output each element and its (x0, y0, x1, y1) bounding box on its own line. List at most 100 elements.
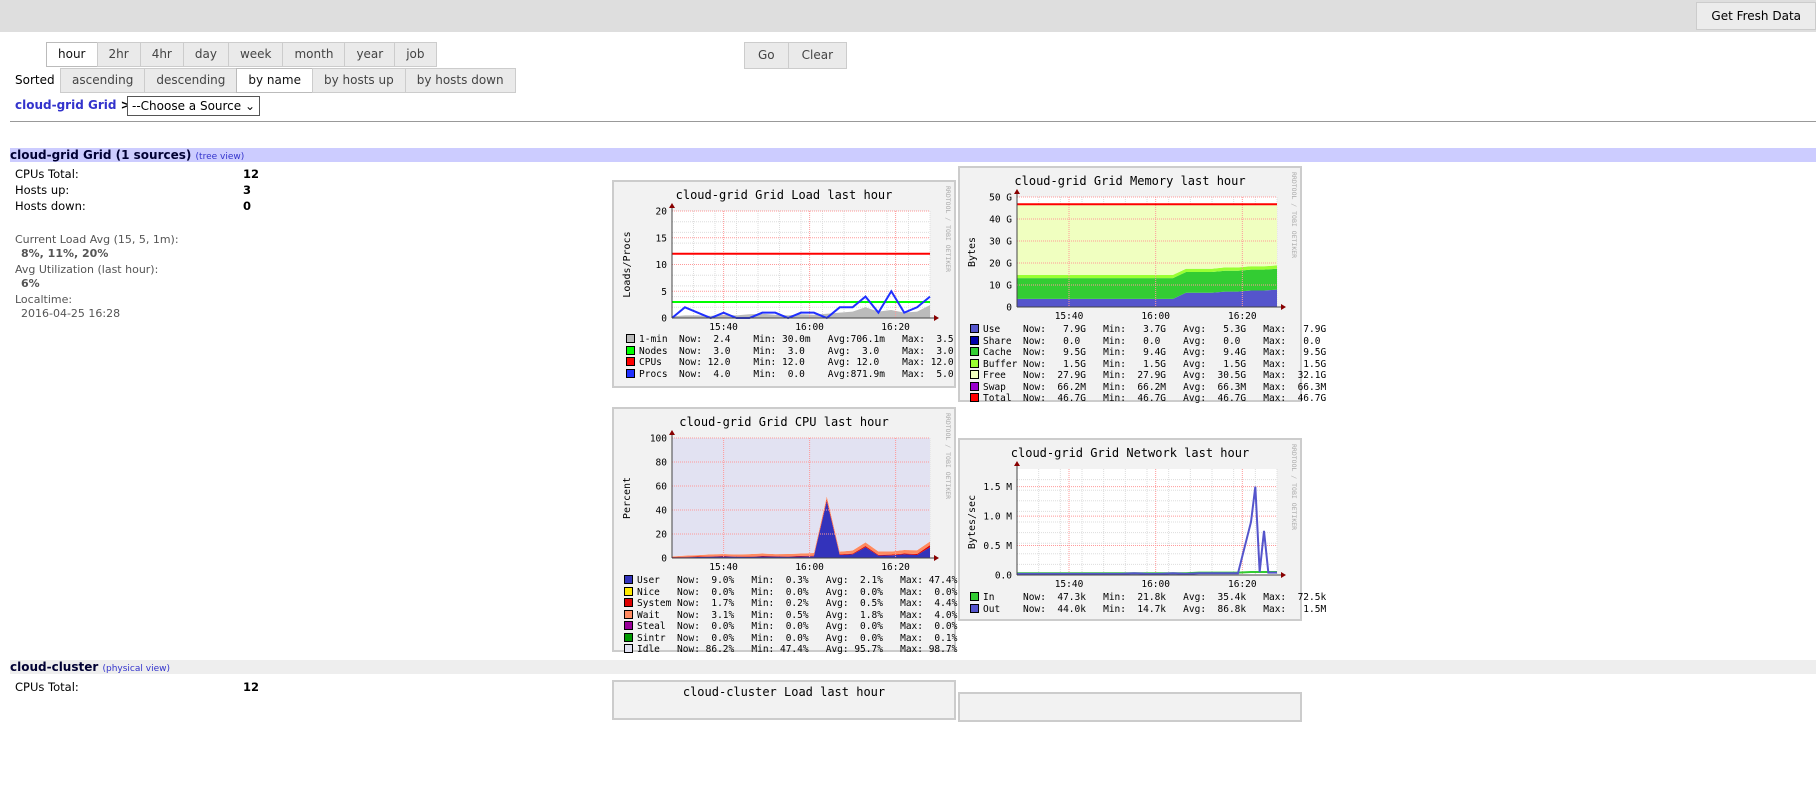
sort-ascending[interactable]: ascending (60, 68, 146, 93)
y-tick-label: 0.0 (995, 571, 1012, 582)
y-axis-arrow (669, 430, 675, 435)
action-buttons: Go Clear (744, 42, 848, 69)
y-axis-arrow (1014, 461, 1020, 466)
y-axis-arrow (669, 203, 675, 208)
tree-view-link[interactable]: (tree view) (196, 152, 245, 162)
chart-legend: 1-min Now: 2.4 Min: 30.0m Avg:706.1m Max… (626, 334, 954, 380)
x-tick-label: 15:40 (709, 562, 738, 573)
sort-descending[interactable]: descending (144, 68, 238, 93)
y-axis-label: Loads/Procs (622, 231, 633, 297)
hosts-up-label: Hosts up: (15, 183, 70, 197)
legend-text: Cache Now: 9.5G Min: 9.4G Avg: 9.4G Max:… (983, 347, 1327, 358)
legend-row: Idle Now: 86.2% Min: 47.4% Avg: 95.7% Ma… (624, 644, 957, 656)
legend-row: Sintr Now: 0.0% Min: 0.0% Avg: 0.0% Max:… (624, 632, 957, 645)
rrdtool-watermark: RRDTOOL / TOBI OETIKER (944, 186, 952, 272)
x-tick-label: 16:20 (1228, 311, 1257, 322)
legend-text: Wait Now: 3.1% Min: 0.5% Avg: 1.8% Max: … (637, 609, 958, 621)
go-button[interactable]: Go (744, 42, 789, 69)
tab-job[interactable]: job (394, 42, 437, 67)
x-tick-label: 15:40 (709, 322, 738, 333)
legend-text: Swap Now: 66.2M Min: 66.2M Avg: 66.3M Ma… (983, 381, 1327, 393)
source-select[interactable]: --Choose a Source ⌄ (127, 96, 261, 116)
cluster-section-title[interactable]: cloud-cluster (10, 660, 98, 674)
chart-legend: User Now: 9.0% Min: 0.3% Avg: 2.1% Max: … (624, 575, 957, 656)
chart-title: cloud-grid Grid Memory last hour (1014, 174, 1245, 188)
legend-text: Steal Now: 0.0% Min: 0.0% Avg: 0.0% Max:… (637, 621, 958, 632)
x-tick-label: 16:00 (795, 322, 824, 333)
sort-tabs: ascending descending by name by hosts up… (60, 68, 516, 93)
x-tick-label: 16:20 (1228, 579, 1257, 590)
tab-week[interactable]: week (227, 42, 284, 67)
legend-text: Nodes Now: 3.0 Min: 3.0 Avg: 3.0 Max: 3.… (639, 345, 954, 357)
legend-swatch (626, 334, 635, 343)
legend-swatch (970, 370, 979, 379)
load-chart[interactable]: cloud-grid Grid Load last hour RRDTOOL / … (612, 180, 956, 388)
cpu-chart[interactable]: cloud-grid Grid CPU last hour RRDTOOL / T… (612, 407, 957, 655)
source-select-value: --Choose a Source (132, 99, 242, 113)
breadcrumb: cloud-grid Grid > (15, 98, 131, 112)
rrdtool-watermark: RRDTOOL / TOBI OETIKER (944, 413, 952, 499)
sort-by-hosts-up[interactable]: by hosts up (311, 68, 406, 93)
utilization-value: 6% (21, 277, 40, 290)
tab-year[interactable]: year (344, 42, 396, 67)
tab-day[interactable]: day (182, 42, 229, 67)
physical-view-link[interactable]: (physical view) (102, 664, 170, 674)
legend-swatch (624, 598, 633, 607)
legend-row: Procs Now: 4.0 Min: 0.0 Avg:871.9m Max: … (626, 368, 954, 381)
cpus-total-label: CPUs Total: (15, 167, 79, 181)
cluster-load-chart[interactable]: cloud-cluster Load last hour (612, 680, 956, 720)
y-tick-label: 40 (656, 506, 668, 517)
sorted-label: Sorted (15, 73, 55, 87)
x-tick-label: 16:20 (881, 322, 910, 333)
legend-row: Buffer Now: 1.5G Min: 1.5G Avg: 1.5G Max… (970, 358, 1326, 371)
breadcrumb-grid-link[interactable]: cloud-grid Grid (15, 98, 116, 112)
y-tick-label: 20 G (989, 259, 1012, 270)
get-fresh-data-button[interactable]: Get Fresh Data (1696, 2, 1816, 30)
legend-swatch (624, 586, 633, 596)
tab-month[interactable]: month (282, 42, 346, 67)
area-idle (672, 438, 930, 557)
x-tick-label: 16:00 (795, 562, 824, 573)
legend-text: Out Now: 44.0k Min: 14.7k Avg: 86.8k Max… (983, 603, 1327, 615)
legend-swatch (626, 345, 635, 355)
y-tick-label: 100 (650, 434, 667, 445)
legend-swatch (970, 358, 979, 368)
tab-4hr[interactable]: 4hr (139, 42, 184, 67)
legend-row: Nodes Now: 3.0 Min: 3.0 Avg: 3.0 Max: 3.… (626, 345, 954, 358)
legend-swatch (970, 381, 979, 391)
legend-row: System Now: 1.7% Min: 0.2% Avg: 0.5% Max… (624, 598, 957, 610)
x-tick-label: 16:00 (1141, 311, 1170, 322)
utilization-label: Avg Utilization (last hour): (15, 263, 159, 276)
legend-row: Free Now: 27.9G Min: 27.9G Avg: 30.5G Ma… (970, 370, 1326, 382)
y-tick-label: 60 (656, 482, 668, 493)
rrdtool-watermark: RRDTOOL / TOBI OETIKER (1290, 172, 1298, 258)
legend-swatch (970, 393, 979, 402)
clear-button[interactable]: Clear (787, 42, 848, 69)
cluster-section-header: cloud-cluster (physical view) (10, 660, 1816, 674)
grid-section-title: cloud-grid Grid (1 sources) (10, 148, 192, 162)
legend-swatch (970, 592, 979, 601)
y-axis-arrow (1014, 189, 1020, 194)
legend-text: 1-min Now: 2.4 Min: 30.0m Avg:706.1m Max… (639, 334, 954, 345)
chart-legend: Use Now: 7.9G Min: 3.7G Avg: 5.3G Max: 7… (970, 324, 1326, 405)
legend-text: System Now: 1.7% Min: 0.2% Avg: 0.5% Max… (637, 598, 958, 609)
legend-row: Share Now: 0.0 Min: 0.0 Avg: 0.0 Max: 0.… (970, 335, 1326, 348)
x-tick-label: 16:00 (1141, 579, 1170, 590)
cluster-memory-chart[interactable] (958, 692, 1302, 722)
legend-swatch (970, 603, 979, 613)
legend-row: Swap Now: 66.2M Min: 66.2M Avg: 66.3M Ma… (970, 381, 1327, 394)
memory-chart[interactable]: cloud-grid Grid Memory last hour RRDTOOL … (958, 166, 1326, 404)
rrdtool-watermark: RRDTOOL / TOBI OETIKER (1290, 444, 1298, 530)
network-chart[interactable]: cloud-grid Grid Network last hour RRDTOOL… (958, 438, 1326, 621)
y-tick-label: 20 (656, 207, 668, 218)
legend-swatch (970, 324, 979, 333)
y-tick-label: 0 (661, 554, 667, 565)
cluster-cpus-label: CPUs Total: (15, 680, 79, 694)
sort-by-hosts-down[interactable]: by hosts down (404, 68, 516, 93)
tab-2hr[interactable]: 2hr (96, 42, 141, 67)
tab-hour[interactable]: hour (46, 42, 98, 67)
legend-swatch (626, 368, 635, 378)
legend-text: Total Now: 46.7G Min: 46.7G Avg: 46.7G M… (983, 393, 1327, 404)
y-axis-label: Bytes (967, 237, 978, 267)
sort-by-name[interactable]: by name (236, 68, 313, 93)
